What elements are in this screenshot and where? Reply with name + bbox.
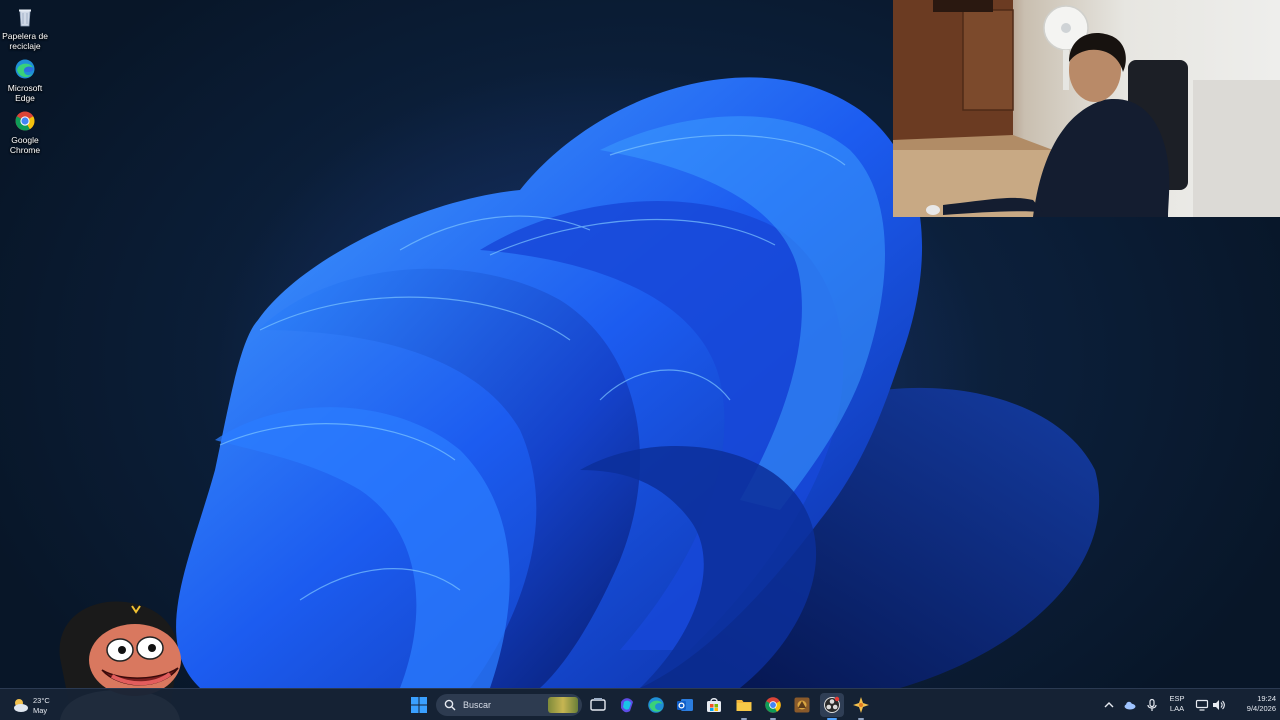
windows-start-icon bbox=[411, 697, 427, 713]
keyboard-layout-code: LAA bbox=[1169, 704, 1185, 713]
weather-description: May bbox=[33, 706, 48, 715]
file-explorer-icon bbox=[736, 700, 752, 711]
clock-time: 19:24 bbox=[1257, 694, 1276, 703]
store-icon bbox=[707, 698, 721, 712]
task-view-icon bbox=[590, 698, 606, 711]
taskbar-app-file-explorer[interactable] bbox=[732, 693, 756, 720]
search-placeholder: Buscar bbox=[463, 700, 492, 710]
webcam-scene bbox=[893, 0, 1280, 217]
language-code: ESP bbox=[1169, 694, 1185, 703]
volume-speaker-icon[interactable] bbox=[1211, 698, 1225, 712]
recycle-bin-icon bbox=[19, 9, 31, 27]
show-hidden-icons-chevron-up-icon[interactable] bbox=[1102, 698, 1116, 712]
m365-copilot-icon bbox=[621, 698, 633, 713]
desktop-icon-label: Google Chrome bbox=[9, 135, 41, 155]
webcam-overlay bbox=[893, 0, 1280, 217]
taskbar-app-obs[interactable] bbox=[820, 693, 844, 720]
clock-date-text: 9/4/2026 bbox=[1246, 704, 1276, 713]
desktop-icon-label: Papelera de reciclaje bbox=[2, 31, 48, 51]
desktop-icon-edge[interactable]: Microsoft Edge bbox=[2, 58, 48, 103]
chrome-icon bbox=[15, 111, 35, 131]
search-highlight-image bbox=[548, 697, 578, 713]
weather-widget[interactable]: 23°C May bbox=[8, 691, 54, 719]
taskbar-app-m365[interactable] bbox=[615, 693, 639, 717]
microphone-icon[interactable] bbox=[1145, 698, 1159, 712]
edge-icon bbox=[15, 59, 35, 79]
search-icon bbox=[444, 699, 456, 711]
taskbar-app-edge[interactable] bbox=[644, 693, 668, 717]
taskbar-app-chrome[interactable] bbox=[761, 693, 785, 720]
taskbar-app-store[interactable] bbox=[702, 693, 726, 717]
obs-icon bbox=[824, 696, 840, 713]
taskbar-app-sparkle[interactable] bbox=[849, 693, 873, 720]
weather-temperature: 23°C bbox=[33, 696, 50, 705]
taskbar-app-game[interactable] bbox=[790, 693, 814, 717]
chrome-icon bbox=[765, 697, 781, 713]
task-view-button[interactable] bbox=[586, 693, 610, 717]
sparkle-app-icon bbox=[853, 697, 869, 713]
clock-date[interactable]: 19:24 9/4/2026 bbox=[1230, 694, 1276, 714]
input-language-indicator[interactable]: ESP LAA bbox=[1165, 694, 1189, 714]
taskbar: 23°C May Buscar ESP LAA 19:24 9/4/2026 bbox=[0, 688, 1280, 720]
taskbar-search[interactable]: Buscar bbox=[436, 694, 582, 716]
edge-icon bbox=[648, 697, 664, 713]
start-button[interactable] bbox=[407, 693, 431, 717]
outlook-icon bbox=[677, 699, 693, 711]
desktop-icon-chrome[interactable]: Google Chrome bbox=[2, 110, 48, 155]
game-app-icon bbox=[794, 697, 810, 713]
weather-cloud-icon bbox=[14, 699, 28, 712]
onedrive-cloud-icon[interactable] bbox=[1123, 698, 1137, 712]
desktop-icon-label: Microsoft Edge bbox=[7, 83, 43, 103]
taskbar-app-outlook[interactable] bbox=[673, 693, 697, 717]
network-monitor-icon[interactable] bbox=[1195, 698, 1209, 712]
desktop-icon-recycle-bin[interactable]: Papelera de reciclaje bbox=[2, 6, 48, 51]
